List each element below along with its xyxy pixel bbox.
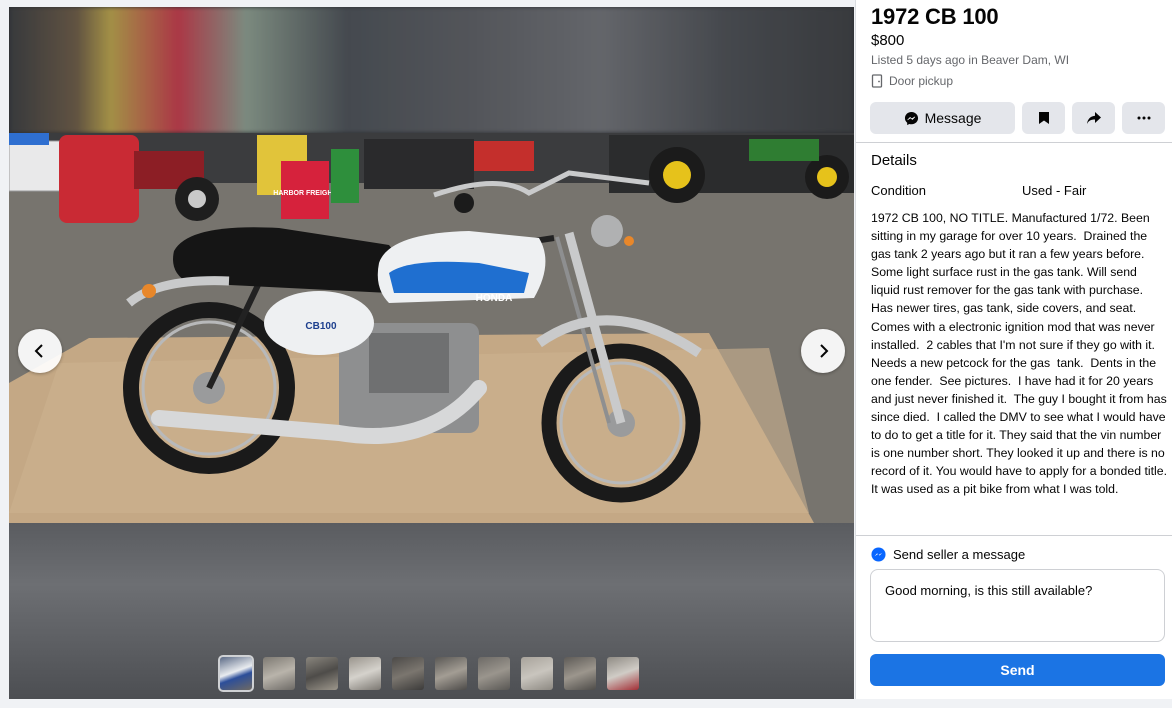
- send-seller-message-heading: Send seller a message: [871, 547, 1025, 562]
- door-icon: [871, 74, 883, 88]
- messenger-icon: [904, 111, 918, 125]
- photo-thumbnail[interactable]: [306, 657, 338, 690]
- message-button-label: Message: [924, 110, 982, 126]
- chevron-right-icon: [820, 344, 829, 358]
- save-button[interactable]: [1022, 102, 1065, 134]
- send-seller-message-label: Send seller a message: [893, 547, 1026, 562]
- photo-thumbnail[interactable]: [564, 657, 596, 690]
- photo-thumbnail[interactable]: [478, 657, 510, 690]
- previous-photo-button[interactable]: [18, 329, 62, 373]
- media-viewer: HARBOR FREIGHT CB100 HONDA: [9, 7, 854, 699]
- listing-title: 1972 CB 100: [871, 4, 999, 29]
- share-icon: [1086, 112, 1101, 124]
- photo-thumbnail[interactable]: [521, 657, 553, 690]
- more-dots-icon: [1137, 116, 1150, 120]
- photo-thumbnail[interactable]: [349, 657, 381, 690]
- motorcycle-photo: HARBOR FREIGHT CB100 HONDA: [9, 133, 854, 523]
- photo-thumbnail[interactable]: [607, 657, 639, 690]
- section-divider: [856, 535, 1172, 536]
- marketplace-listing-page: HARBOR FREIGHT CB100 HONDA 1972 CB 100 $…: [0, 0, 1172, 708]
- message-button[interactable]: Message: [870, 102, 1015, 134]
- side-badge: CB100: [305, 321, 337, 332]
- photo-thumbnail[interactable]: [392, 657, 424, 690]
- photo-thumbnail[interactable]: [263, 657, 295, 690]
- next-photo-button[interactable]: [801, 329, 845, 373]
- details-heading: Details: [871, 152, 917, 169]
- pickup-label: Door pickup: [889, 74, 954, 88]
- listing-photo: HARBOR FREIGHT CB100 HONDA: [9, 133, 854, 523]
- photo-thumbnail-strip: [218, 655, 639, 692]
- condition-value: Used - Fair: [1022, 183, 1087, 198]
- chevron-left-icon: [34, 344, 43, 358]
- blurred-background-top: [9, 7, 854, 133]
- seller-message-input[interactable]: Good morning, is this still available?: [870, 569, 1165, 642]
- listing-actions: Message: [870, 102, 1165, 134]
- more-options-button[interactable]: [1122, 102, 1165, 134]
- bucket-label: HARBOR FREIGHT: [273, 190, 337, 197]
- listing-price: $800: [871, 32, 905, 49]
- photo-thumbnail[interactable]: [218, 655, 254, 692]
- bookmark-icon: [1038, 112, 1049, 124]
- send-button[interactable]: Send: [870, 654, 1165, 686]
- tank-badge: HONDA: [476, 293, 513, 304]
- condition-label: Condition: [871, 183, 926, 198]
- listing-side-panel: 1972 CB 100 $800 Listed 5 days ago in Be…: [855, 0, 1172, 699]
- share-button[interactable]: [1072, 102, 1115, 134]
- photo-thumbnail[interactable]: [435, 657, 467, 690]
- section-divider: [856, 142, 1172, 143]
- pickup-info: Door pickup: [871, 74, 953, 88]
- messenger-icon: [871, 547, 886, 562]
- listing-description: 1972 CB 100, NO TITLE. Manufactured 1/72…: [871, 211, 1167, 497]
- listing-location-time: Listed 5 days ago in Beaver Dam, WI: [871, 53, 1070, 67]
